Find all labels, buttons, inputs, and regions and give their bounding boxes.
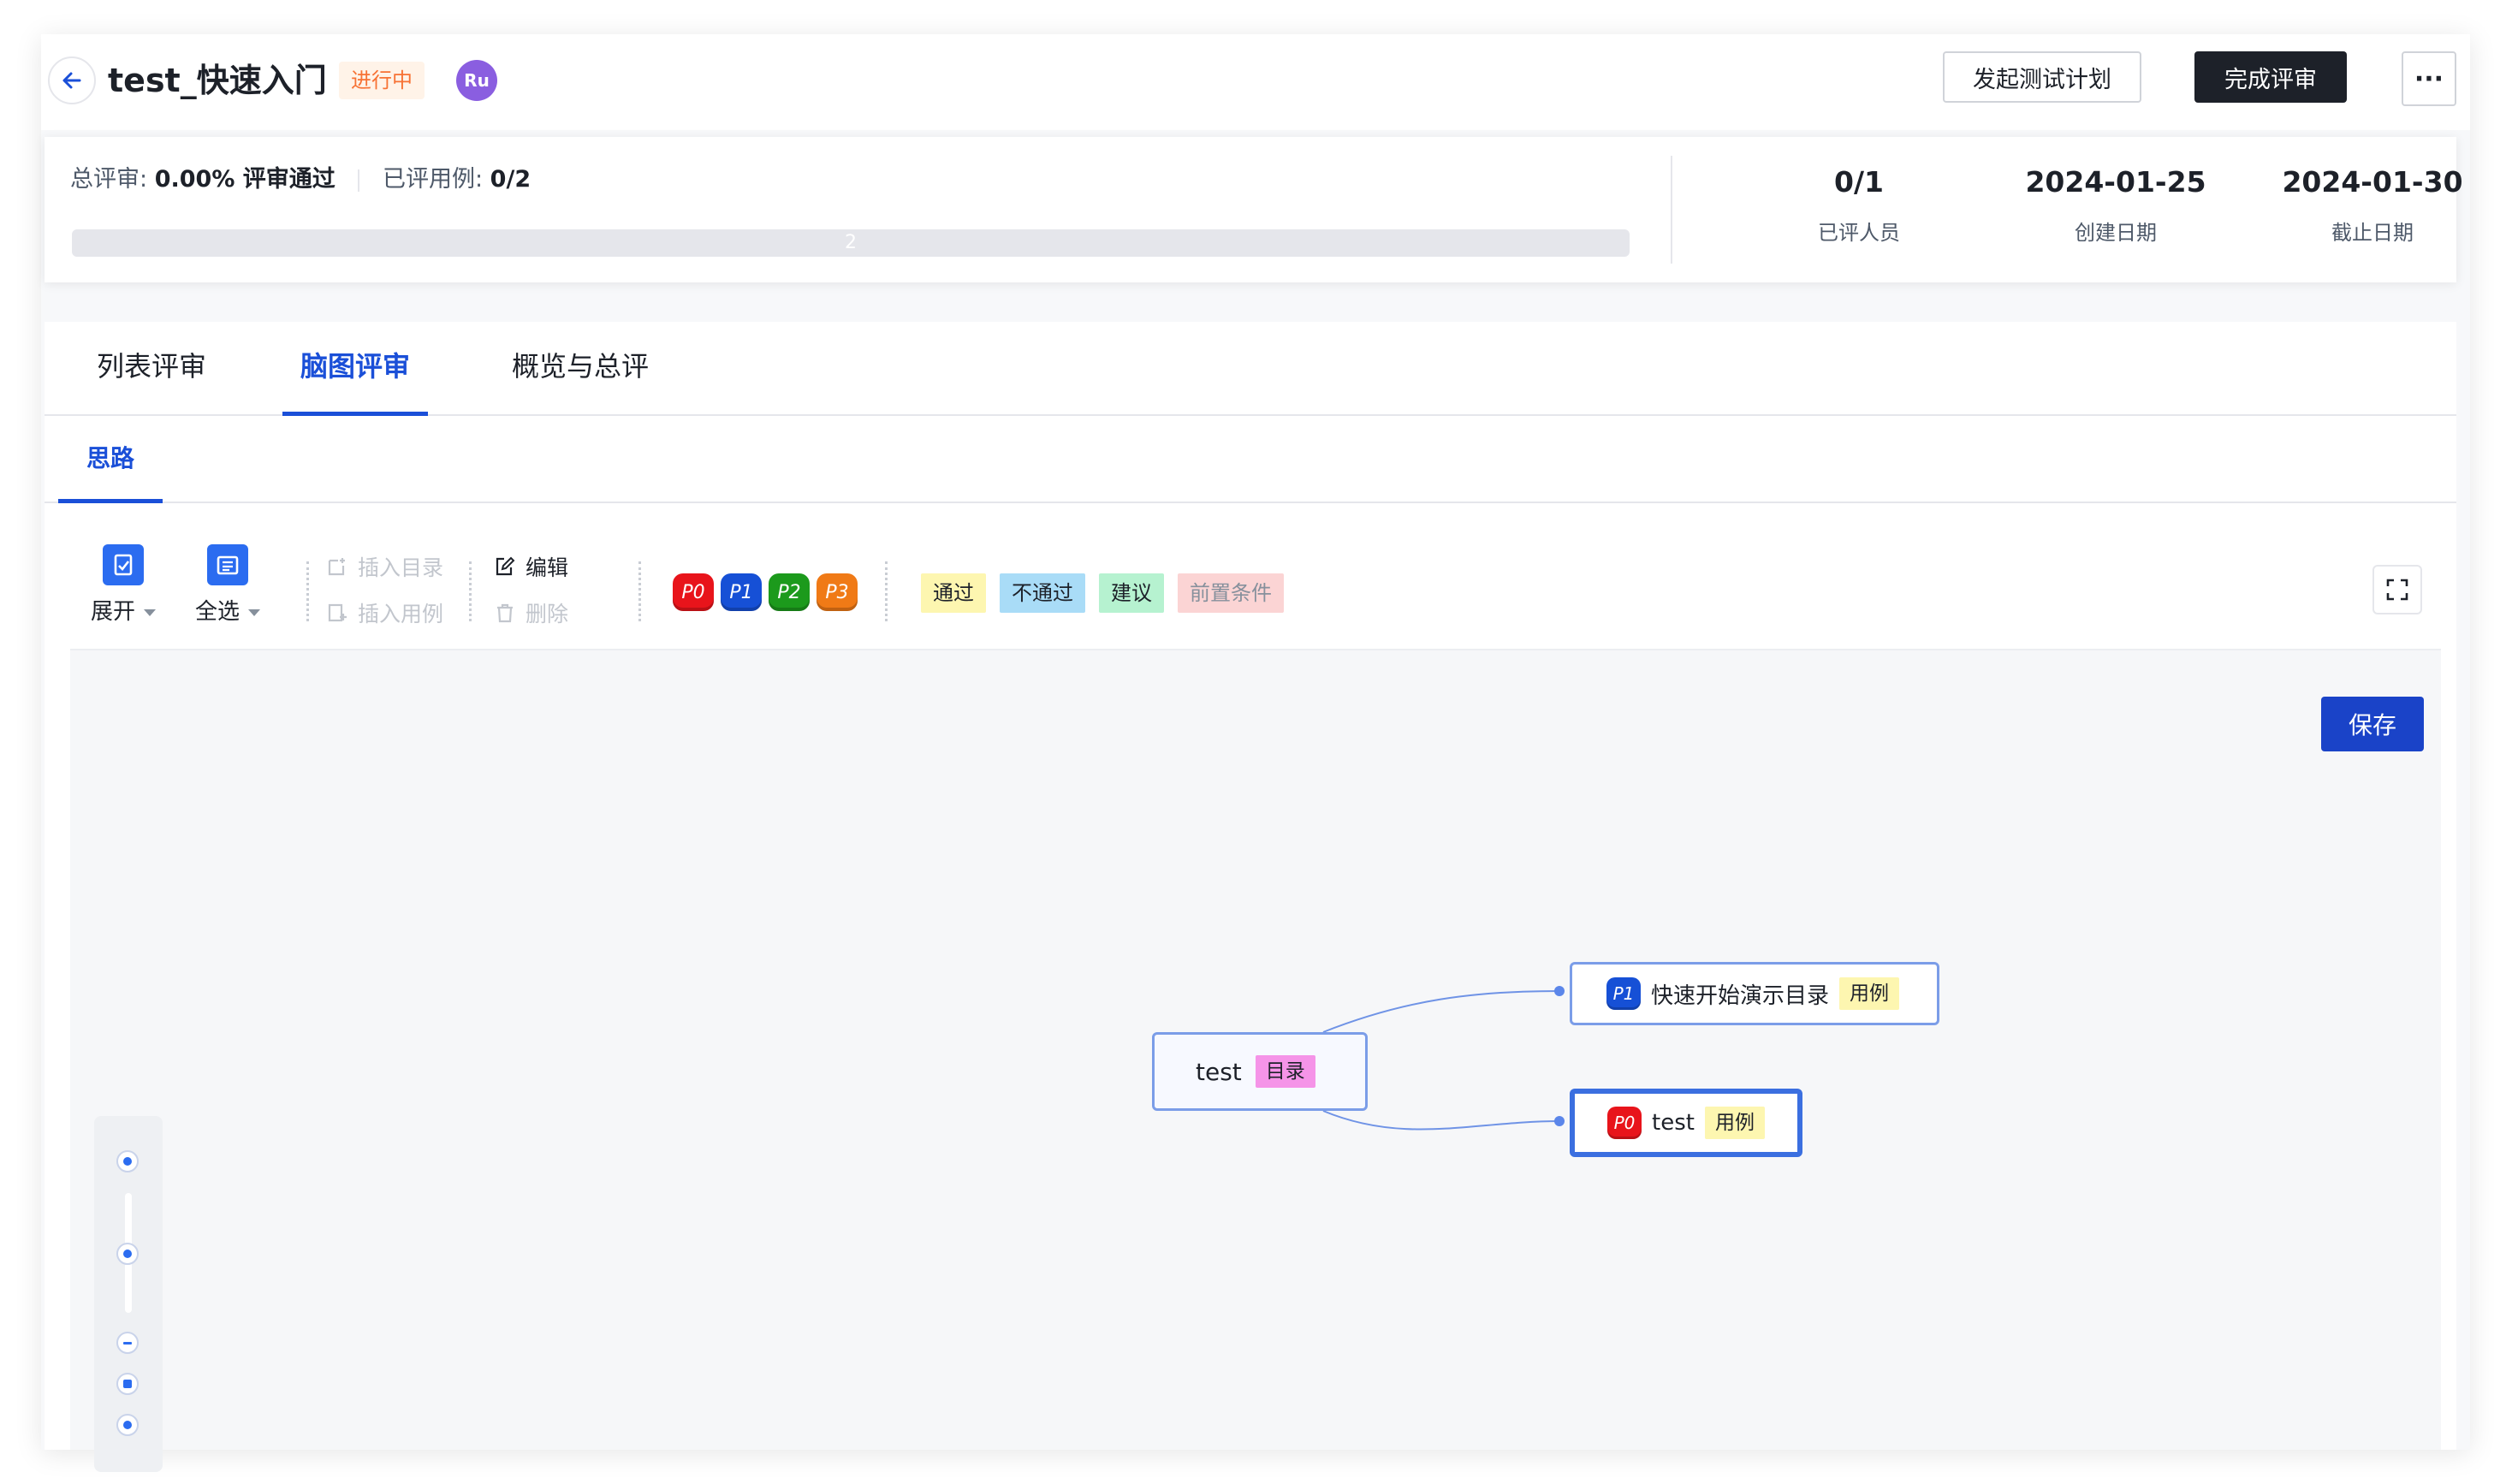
stats-summary: 总评审: 0.00% 评审通过 已评用例: 0/2 [70,163,531,197]
zoom-slider-handle[interactable] [116,1243,139,1265]
review-progress-bar: 2 [72,229,1630,257]
page-header: test_快速入门 进行中 Ru 发起测试计划 完成评审 ··· [41,34,2470,130]
zoom-in-icon[interactable] [116,1373,139,1395]
more-button[interactable]: ··· [2402,51,2456,106]
zoom-reset-icon[interactable] [116,1150,139,1172]
mindmap-child-node[interactable]: P1 快速开始演示目录 用例 [1570,962,1939,1025]
mindmap-edges [1322,990,1560,1131]
created-date-label: 创建日期 [2075,221,2157,245]
review-tabs-panel: 列表评审 脑图评审 概览与总评 思路 展开 全选 插入目录 插入用例 编辑 删除… [45,322,2456,1472]
mindmap-child-node-selected[interactable]: P0 test 用例 [1570,1089,1802,1157]
child-node-tag: 用例 [1704,1107,1765,1139]
total-review-value: 0.00% 评审通过 [154,166,336,193]
review-window: test_快速入门 进行中 Ru 发起测试计划 完成评审 ··· 总评审: 0.… [41,34,2470,1472]
deadline-label: 截止日期 [2331,221,2414,245]
zoom-control [94,1116,163,1472]
start-test-plan-button[interactable]: 发起测试计划 [1943,51,2141,103]
node-anchor [1554,1116,1565,1126]
priority-badge: P0 [1607,1107,1642,1139]
subtab-thinking[interactable]: 思路 [58,418,163,503]
child-node-text: test [1652,1110,1695,1136]
edge-to-child-1 [1322,990,1560,1033]
tab-bar: 列表评审 脑图评审 概览与总评 [45,322,2456,416]
locate-icon[interactable] [116,1414,139,1436]
stats-divider [1671,156,1672,264]
tab-mindmap-review[interactable]: 脑图评审 [282,322,428,416]
tab-overview[interactable]: 概览与总评 [486,322,674,416]
sub-tab-bar: 思路 [45,418,2456,503]
review-stats: 总评审: 0.00% 评审通过 已评用例: 0/2 2 0/1 已评人员 202… [45,137,2463,282]
progress-text: 2 [845,232,857,253]
stats-separator [358,169,360,192]
reviewed-cases-value: 0/2 [490,166,531,193]
stat-reviewers: 0/1 已评人员 [1731,161,1987,246]
reviewers-label: 已评人员 [1818,221,1900,245]
reviewed-cases-label: 已评用例: [382,166,484,193]
reviewers-value: 0/1 [1834,165,1884,199]
priority-badge: P1 [1606,977,1641,1010]
root-node-text: test [1196,1057,1242,1086]
edge-to-child-2 [1322,1110,1560,1131]
mindmap-root-node[interactable]: test 目录 [1152,1032,1368,1111]
finish-review-button[interactable]: 完成评审 [2194,51,2347,103]
stat-deadline: 2024-01-30 截止日期 [2244,161,2501,246]
tab-list-review[interactable]: 列表评审 [79,322,224,416]
child-node-text: 快速开始演示目录 [1651,982,1830,1009]
zoom-out-icon[interactable] [116,1332,139,1354]
created-date-value: 2024-01-25 [2025,165,2206,199]
mindmap-area[interactable]: 展开 全选 插入目录 插入用例 编辑 删除 P0 P1 P2 P3 通过 不通过… [70,520,2441,1472]
arrow-left-icon [62,72,81,89]
deadline-value: 2024-01-30 [2282,165,2463,199]
page-title: test_快速入门 [108,62,327,99]
status-badge: 进行中 [339,62,425,99]
total-review-label: 总评审: [70,166,148,193]
more-icon: ··· [2414,63,2444,94]
avatar[interactable]: Ru [456,60,497,101]
back-button[interactable] [48,56,96,104]
root-node-tag: 目录 [1255,1055,1315,1088]
stat-created-date: 2024-01-25 创建日期 [1987,161,2244,246]
node-anchor [1554,986,1565,996]
child-node-tag: 用例 [1839,977,1900,1010]
